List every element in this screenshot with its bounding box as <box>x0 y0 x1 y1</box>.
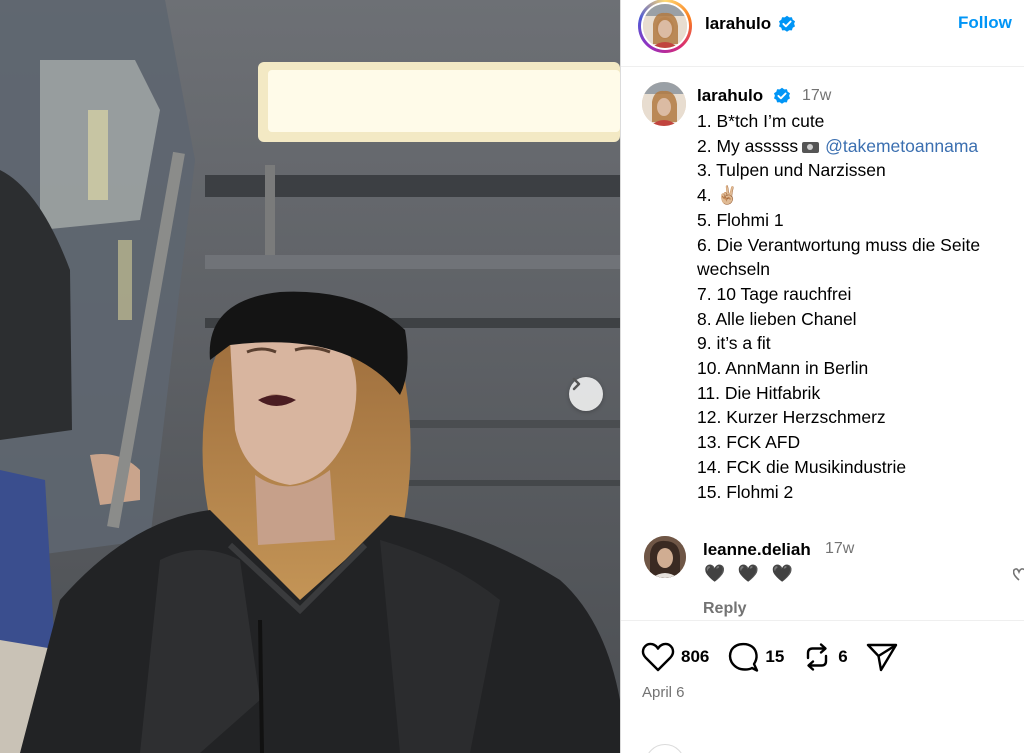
share-button[interactable] <box>866 642 898 672</box>
post-photo-illustration <box>0 0 620 753</box>
camera-icon <box>802 141 820 153</box>
post-photo[interactable] <box>0 0 620 753</box>
comment-text: 🖤 🖤 🖤 <box>704 564 797 583</box>
reply-button[interactable]: Reply <box>703 600 747 618</box>
divider <box>621 620 1024 621</box>
comment-button[interactable]: 15 <box>727 641 784 673</box>
repost-count[interactable]: 6 <box>838 647 847 667</box>
caption-line: 13. FCK AFD <box>697 432 801 453</box>
caption-line-text: 2. My asssss <box>697 135 799 156</box>
comment-like-heart-icon[interactable] <box>1013 567 1024 583</box>
repost-icon <box>807 643 828 671</box>
post-actions-bar: 806 15 6 <box>641 640 916 674</box>
avatar-photo <box>644 536 686 578</box>
commenter-username[interactable]: leanne.deliah <box>703 540 811 560</box>
send-icon <box>866 643 897 672</box>
caption-line: 12. Kurzer Herzschmerz <box>697 407 886 428</box>
caption-author-avatar[interactable] <box>642 82 686 126</box>
post-caption: 1. B*tch I’m cute 2. My asssss @takemetoa… <box>697 109 1017 504</box>
caption-line: 6. Die Verantwortung muss die Seite wech… <box>697 234 981 280</box>
caption-line: 5. Flohmi 1 <box>697 209 784 230</box>
caption-line: 11. Die Hitfabrik <box>697 382 821 403</box>
mention-link[interactable]: @takemetoannama <box>825 136 978 156</box>
avatar-photo <box>643 4 687 48</box>
caption-line: 8. Alle lieben Chanel <box>697 308 857 329</box>
author-avatar[interactable] <box>638 0 692 53</box>
post-side-panel: larahulo Follow larahulo 17w 1. B*tch I’… <box>620 0 1024 753</box>
heart-icon <box>641 642 675 672</box>
caption-line: 15. Flohmi 2 <box>697 481 794 502</box>
caption-line: 3. Tulpen und Narzissen <box>697 160 886 181</box>
author-username[interactable]: larahulo <box>705 14 771 34</box>
chevron-right-icon <box>572 377 581 391</box>
verified-badge-icon <box>774 87 790 104</box>
caption-line: 9. it’s a fit <box>697 333 771 354</box>
avatar-photo <box>642 82 686 126</box>
comment-bubble-icon <box>729 642 759 672</box>
repost-button[interactable]: 6 <box>802 642 848 672</box>
peace-hand-icon: ✌🏼 <box>716 185 739 206</box>
caption-author-username[interactable]: larahulo <box>697 86 763 106</box>
caption-timestamp[interactable]: 17w <box>802 87 831 105</box>
caption-line: 7. 10 Tage rauchfrei <box>697 283 852 304</box>
like-button[interactable]: 806 <box>641 642 709 672</box>
follow-button[interactable]: Follow <box>958 13 1012 33</box>
post-date[interactable]: April 6 <box>642 684 685 701</box>
comment-count[interactable]: 15 <box>765 647 784 667</box>
caption-line: 4. ✌🏼 <box>697 183 1017 208</box>
caption-line: 1. B*tch I’m cute <box>697 111 825 131</box>
caption-line: 10. AnnMann in Berlin <box>697 358 869 379</box>
next-photo-button[interactable] <box>569 377 603 411</box>
like-count[interactable]: 806 <box>681 647 709 667</box>
caption-line-text: 4. <box>697 185 712 206</box>
comment-timestamp[interactable]: 17w <box>825 540 854 558</box>
emoji-button[interactable] <box>645 744 685 753</box>
post-header: larahulo Follow <box>621 0 1024 67</box>
caption-line: 14. FCK die Musikindustrie <box>697 456 907 477</box>
caption-line: 2. My asssss @takemetoannama <box>697 134 1017 159</box>
commenter-avatar[interactable] <box>644 536 686 578</box>
verified-badge-icon <box>779 15 795 32</box>
